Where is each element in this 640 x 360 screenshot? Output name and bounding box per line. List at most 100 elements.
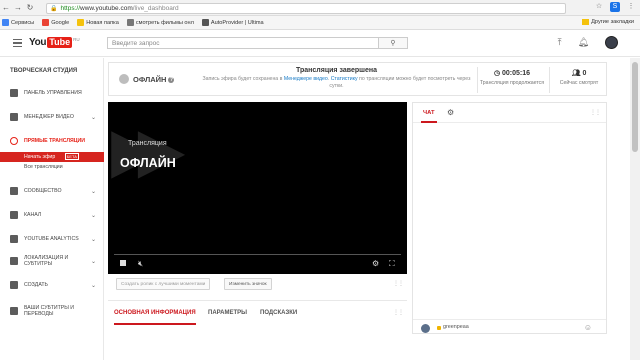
lock-icon: 🔒 [50,6,58,12]
stop-icon[interactable] [120,260,126,266]
sidebar-item-8[interactable]: ВАШИ СУБТИТРЫ И ПЕРЕВОДЫ [0,304,104,318]
duration-label: Трансляция продолжается [479,80,545,86]
best-moments-button[interactable]: Создать ролик с лучшими моментами [116,278,211,290]
page-scrollbar[interactable] [630,58,640,360]
chevron-down-icon[interactable]: ⌄ [91,258,96,265]
youtube-logo[interactable]: You Tube RU [29,37,80,48]
avatar[interactable] [605,36,618,49]
sidebar-item-0[interactable]: ПАНЕЛЬ УПРАВЛЕНИЯ [0,86,104,100]
bookmark-item[interactable]: Новая папка [77,19,119,26]
bookmark-icon [77,19,85,26]
emoji-icon[interactable]: ☺ [584,323,592,332]
chat-input-row: greenpeaa ☺ [413,319,606,335]
sidebar-item-icon [10,187,18,195]
sidebar-item-4[interactable]: КАНАЛ ⌄ [0,208,104,222]
bookmark-item[interactable]: Сервисы [2,19,34,26]
chat-settings-icon[interactable]: ⚙ [447,108,454,117]
bookmark-item[interactable]: AutoProvider | Ultima [201,19,264,26]
live-chat-panel: ЧАТ ⚙ ⋮⋮ greenpeaa ☺ [412,102,607,334]
chevron-down-icon[interactable]: ⌄ [91,212,96,219]
sidebar-item-label: ЛОКАЛИЗАЦИЯ И СУБТИТРЫ [24,255,69,267]
video-player[interactable]: ▶▶ Трансляция ОФЛАЙН 🔇︎ ⚙ ⛶ [108,102,407,274]
tab-chat[interactable]: ЧАТ [421,103,437,123]
video-manager-link[interactable]: Менеджере видео [284,76,328,82]
offline-text: ОФЛАЙН [133,75,167,84]
other-bookmarks[interactable]: Другие закладки [582,19,634,25]
url-path: /live_dashboard [132,5,179,12]
viewers-stat: 👥︎ 0 Сейчас смотрят [551,69,607,86]
fullscreen-icon[interactable]: ⛶ [389,259,395,269]
sidebar-item-icon [10,89,18,97]
sidebar-item-label: СООБЩЕСТВО [24,188,62,194]
chevron-down-icon[interactable]: ⌄ [91,114,96,121]
hamburger-menu-icon[interactable] [13,39,22,49]
progress-bar[interactable] [114,254,401,255]
chevron-down-icon[interactable]: ⌄ [91,282,96,289]
divider [477,67,478,93]
search-input[interactable]: Введите запрос [107,37,379,49]
reload-icon[interactable]: ↻ [24,3,36,12]
bookmark-item[interactable]: Google [42,19,69,26]
sidebar-sub-all-streams[interactable]: Все трансляции [24,164,63,170]
chevron-down-icon[interactable]: ⌄ [91,188,96,195]
extension-icon[interactable]: S [610,2,620,12]
bookmark-label: AutoProvider | Ultima [210,19,264,26]
sidebar-sub-start-stream[interactable]: Начать эфир БЕТА [0,152,104,162]
menu-icon[interactable]: ⋮ [626,2,636,12]
beta-badge: БЕТА [64,153,79,161]
sidebar-item-6[interactable]: ЛОКАЛИЗАЦИЯ И СУБТИТРЫ ⌄ [0,254,104,268]
sidebar-item-label: ПРЯМЫЕ ТРАНСЛЯЦИИ [24,138,85,144]
scrollbar-thumb[interactable] [632,62,638,152]
bookmark-icon [126,19,134,26]
divider [549,67,550,93]
chevron-down-icon[interactable]: ⌄ [91,236,96,243]
bookmark-icon [2,19,9,26]
viewers-label: Сейчас смотрят [559,80,599,86]
address-bar[interactable]: 🔒 https://www.youtube.com/live_dashboard [46,3,566,14]
sidebar-item-1[interactable]: МЕНЕДЖЕР ВИДЕО ⌄ [0,110,104,124]
upload-icon[interactable]: ⤒ [558,37,562,48]
sidebar-item-icon [10,281,18,289]
other-bookmarks-label: Другие закладки [591,19,634,25]
back-icon[interactable]: ← [0,3,12,12]
sidebar-item-3[interactable]: СООБЩЕСТВО ⌄ [0,184,104,198]
sidebar-item-2[interactable]: ПРЯМЫЕ ТРАНСЛЯЦИИ [0,134,104,148]
star-icon[interactable]: ☆ [594,2,604,12]
studio-title: ТВОРЧЕСКАЯ СТУДИЯ [10,68,78,74]
drag-handle-icon[interactable]: ⋮⋮ [393,280,404,287]
bookmark-label: Новая папка [86,19,119,26]
sidebar-item-icon [10,211,18,219]
settings-gear-icon[interactable]: ⚙ [372,259,379,268]
sidebar-item-icon [10,307,18,315]
logo-tube-text: Tube [47,37,73,48]
sidebar-item-7[interactable]: СОЗДАТЬ ⌄ [0,278,104,292]
bookmark-icon [201,19,209,26]
clock-icon: ◷ [493,70,501,77]
drag-handle-icon[interactable]: ⋮⋮ [590,109,601,116]
tab-basic-info[interactable]: ОСНОВНАЯ ИНФОРМАЦИЯ [114,301,196,325]
duration-stat: ◷ 00:05:16 Трансляция продолжается [479,69,545,86]
help-icon[interactable]: ? [168,77,175,84]
chat-username: greenpeaa [443,324,469,330]
logo-text: You [29,37,47,48]
tab-parameters[interactable]: ПАРАМЕТРЫ [208,301,247,325]
sidebar-item-label: КАНАЛ [24,212,42,218]
tab-hints[interactable]: ПОДСКАЗКИ [260,301,297,325]
player-state: ОФЛАЙН [120,156,176,170]
sidebar-item-5[interactable]: YOUTUBE ANALYTICS ⌄ [0,232,104,246]
bookmarks-bar: Сервисы Google Новая папка смотреть фильмы … [0,16,640,30]
viewers-icon: 👥︎ [571,70,581,77]
change-thumbnail-button[interactable]: Изменить значок [224,278,272,290]
statistics-link[interactable]: Статистику [331,76,358,82]
sidebar-item-label: СОЗДАТЬ [24,282,48,288]
stream-ended-title: Трансляция завершена [296,67,377,74]
sidebar-item-label: ПАНЕЛЬ УПРАВЛЕНИЯ [24,90,82,96]
bookmark-label: Google [51,19,70,26]
bookmark-item[interactable]: смотреть фильмы онл [126,19,194,26]
drag-handle-icon[interactable]: ⋮⋮ [393,309,404,316]
bookmark-label: смотреть фильмы онл [135,19,194,26]
forward-icon[interactable]: → [12,3,24,12]
bell-icon[interactable]: 🔔︎ [578,37,589,48]
search-button[interactable]: ⚲ [379,37,408,49]
mute-icon[interactable]: 🔇︎ [138,259,143,269]
